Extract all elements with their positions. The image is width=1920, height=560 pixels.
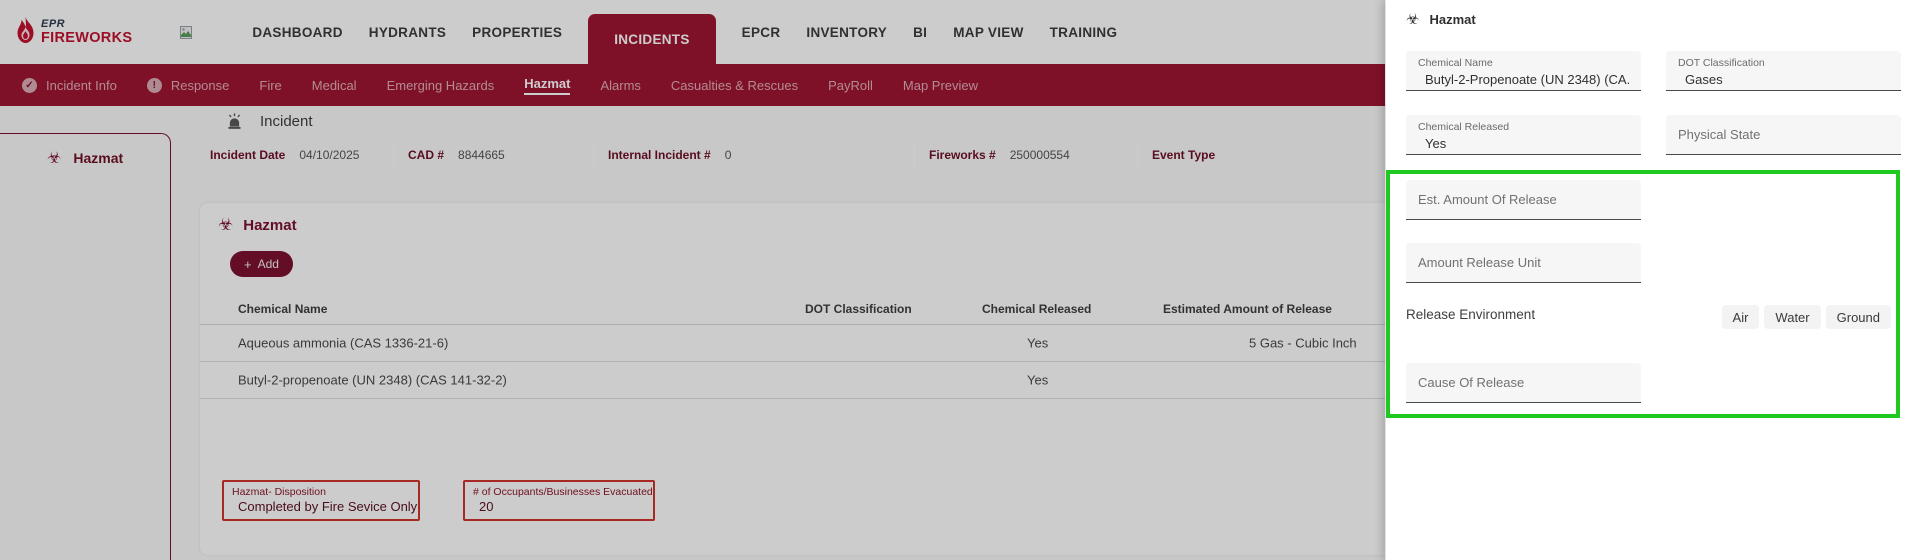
amount-release-unit-field[interactable]: Amount Release Unit [1406,243,1641,283]
chemical-name-field[interactable]: Chemical Name Butyl-2-Propenoate (UN 234… [1406,51,1641,91]
release-env-air-button[interactable]: Air [1722,305,1760,329]
chemical-name-label: Chemical Name [1418,57,1629,69]
dot-classification-label: DOT Classification [1678,57,1889,69]
dot-classification-field[interactable]: DOT Classification Gases [1666,51,1901,91]
release-env-water-button[interactable]: Water [1764,305,1820,329]
release-environment-options: Air Water Ground [1666,305,1891,329]
chemical-released-label: Chemical Released [1418,121,1629,133]
est-amount-of-release-label: Est. Amount Of Release [1418,192,1557,207]
chemical-released-value: Yes [1418,136,1629,151]
est-amount-of-release-field[interactable]: Est. Amount Of Release [1406,180,1641,220]
physical-state-field[interactable]: Physical State [1666,115,1901,155]
hazmat-detail-drawer: ☣ Hazmat Chemical Name Butyl-2-Propenoat… [1385,0,1920,560]
drawer-title-text: Hazmat [1429,12,1475,27]
chemical-name-value: Butyl-2-Propenoate (UN 2348) (CA... [1418,72,1629,87]
release-env-ground-button[interactable]: Ground [1826,305,1891,329]
cause-of-release-label: Cause Of Release [1418,375,1524,390]
app-root: EPR FIREWORKS DASHBOARD HYDRANTS PROPERT… [0,0,1920,560]
release-environment-label: Release Environment [1406,307,1535,322]
modal-dim-overlay[interactable] [0,0,1385,560]
drawer-title: ☣ Hazmat [1406,12,1476,27]
amount-release-unit-label: Amount Release Unit [1418,255,1541,270]
cause-of-release-field[interactable]: Cause Of Release [1406,363,1641,403]
biohazard-icon: ☣ [1406,12,1419,27]
chemical-released-field[interactable]: Chemical Released Yes [1406,115,1641,155]
dot-classification-value: Gases [1678,72,1889,87]
physical-state-label: Physical State [1678,127,1760,142]
